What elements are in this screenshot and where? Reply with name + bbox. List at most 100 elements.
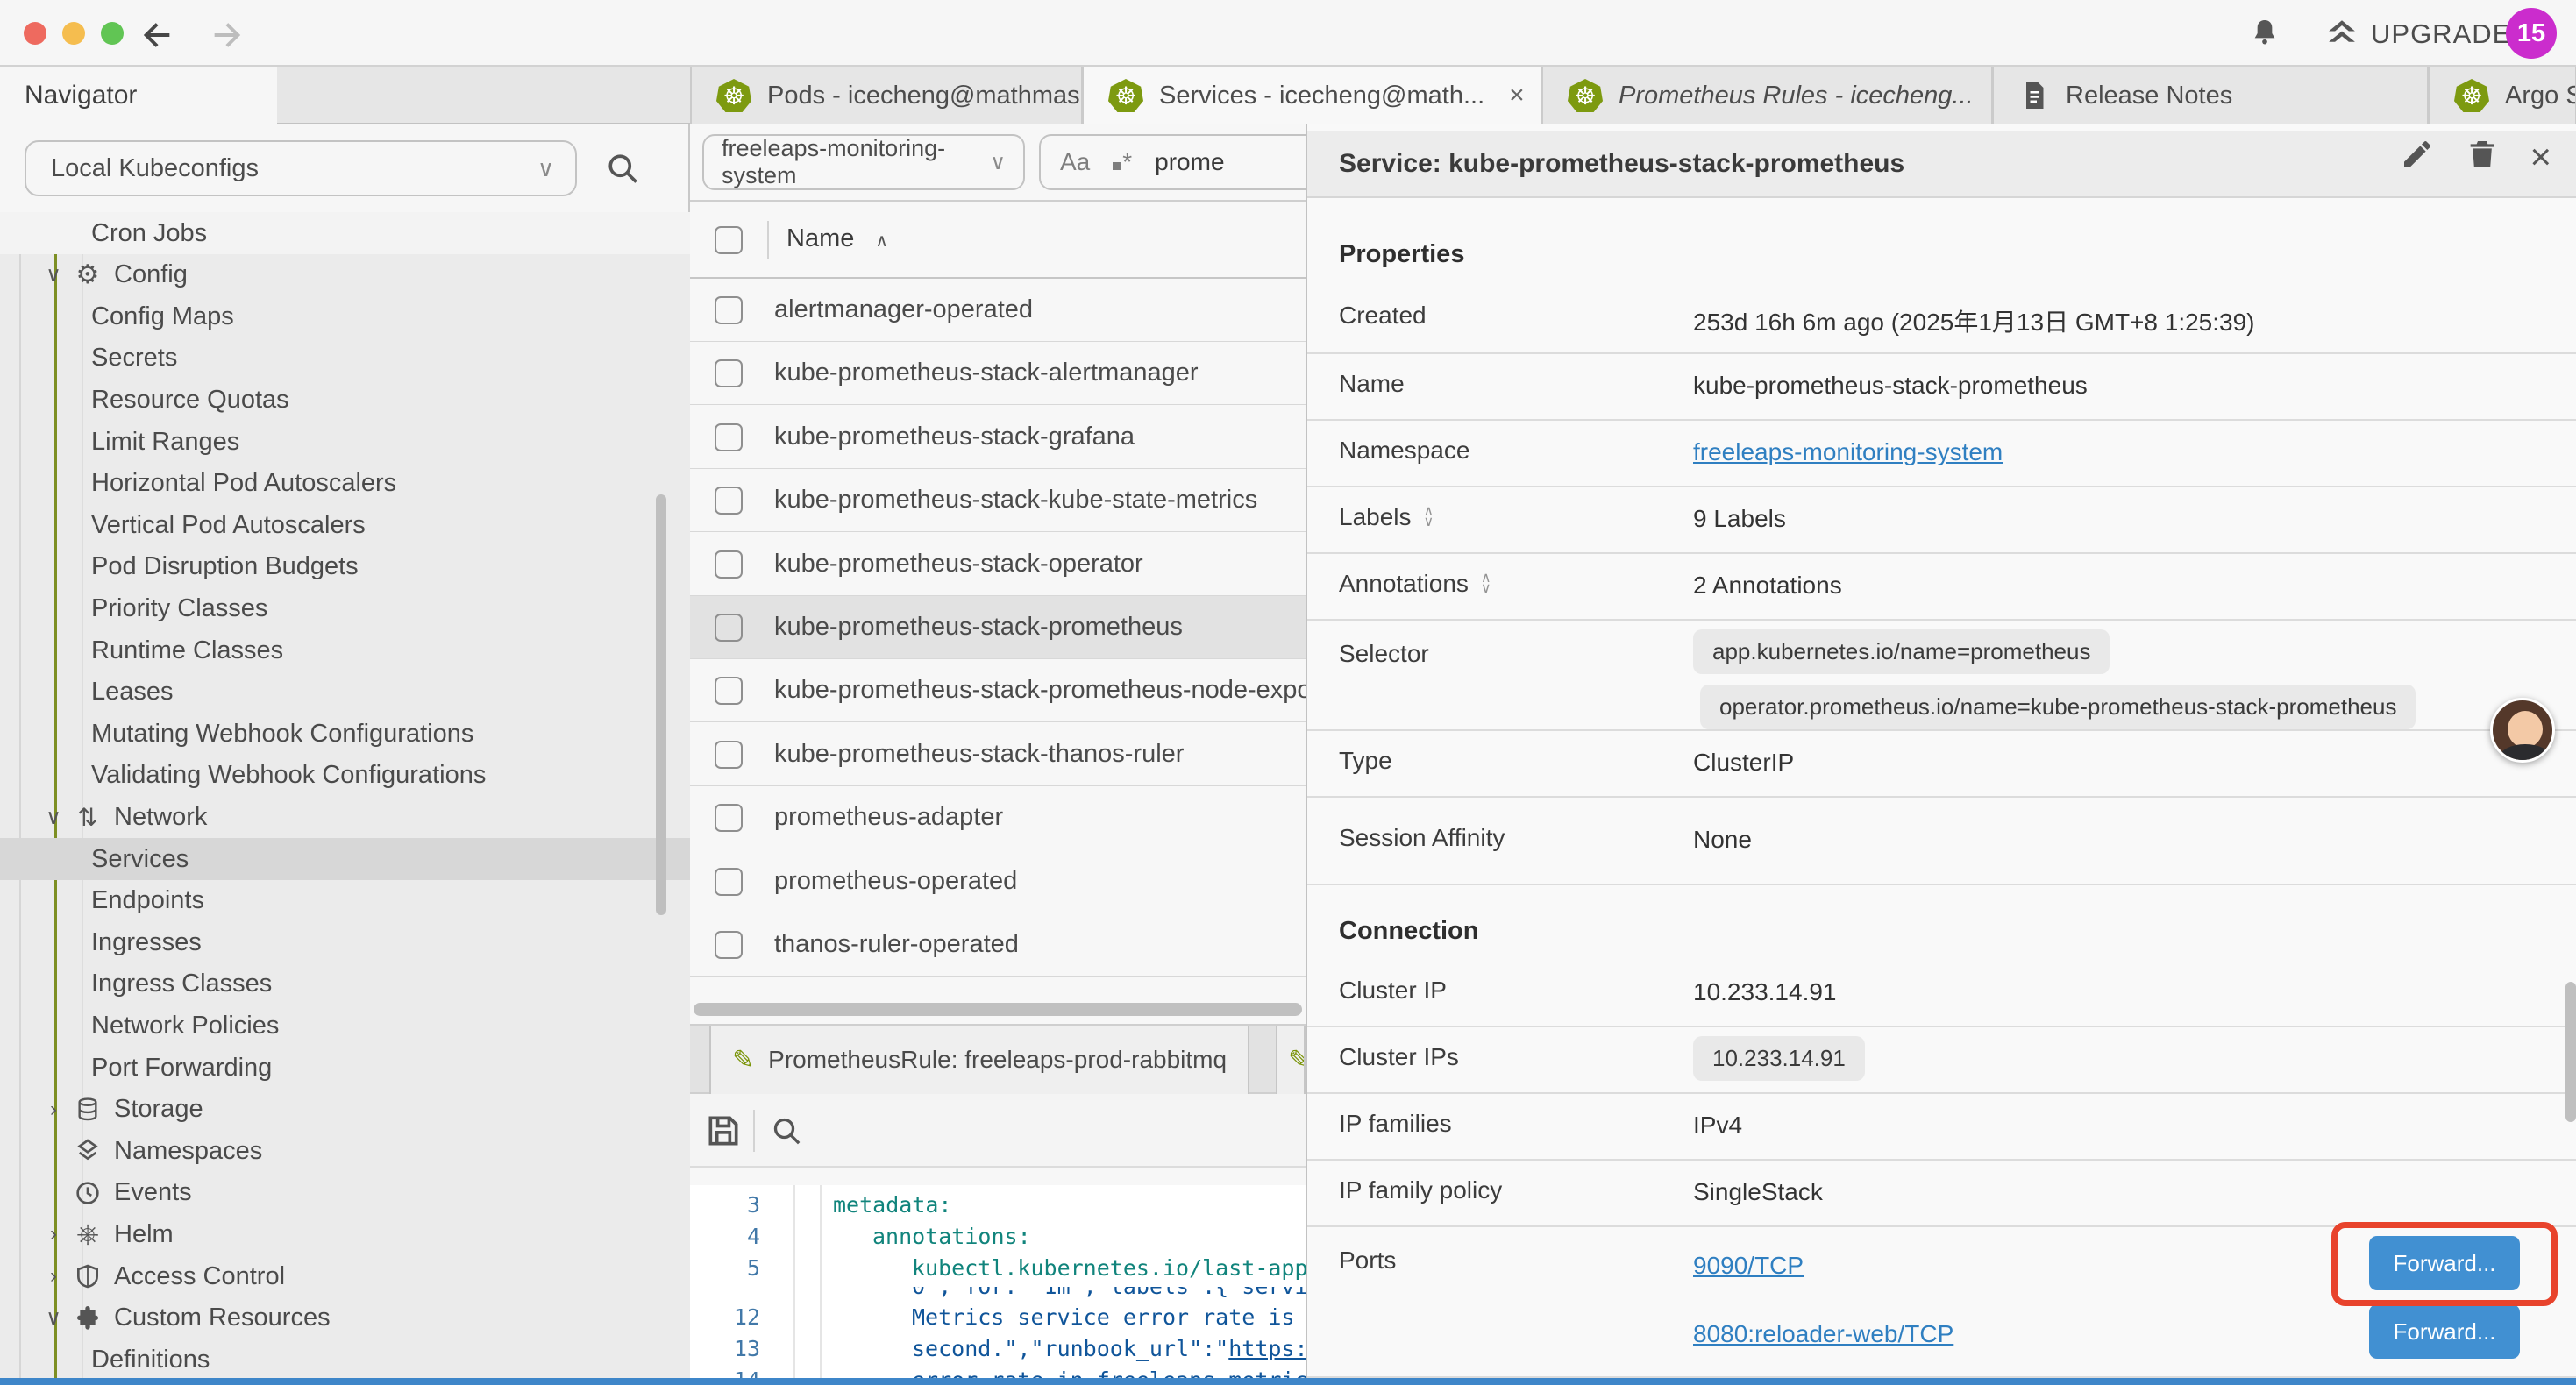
tab-label: Services - icecheng@math... bbox=[1159, 82, 1484, 110]
table-row-alertmanager-operated[interactable]: alertmanager-operated bbox=[690, 279, 1306, 342]
dock-tab-partial[interactable]: ✎ bbox=[1276, 1026, 1306, 1094]
sidebar-item-config-maps[interactable]: Config Maps bbox=[0, 295, 690, 337]
tab-pods-icecheng-mathmas[interactable]: ☸Pods - icecheng@mathmas... bbox=[690, 67, 1082, 124]
tab-release-notes[interactable]: Release Notes bbox=[1992, 67, 2428, 124]
row-checkbox[interactable] bbox=[715, 614, 743, 642]
sidebar-item-vertical-pod-autoscalers[interactable]: Vertical Pod Autoscalers bbox=[0, 504, 690, 546]
traffic-light-minimize[interactable] bbox=[62, 22, 85, 45]
yaml-editor[interactable]: 3metadata:4annotations:5kubectl.kubernet… bbox=[690, 1185, 1306, 1378]
sidebar-item-access-control[interactable]: ›Access Control bbox=[0, 1255, 690, 1297]
namespace-select[interactable]: freeleaps-monitoring-system ∨ bbox=[702, 134, 1025, 190]
table-row-kube-prometheus-stack-kube-state-metrics[interactable]: kube-prometheus-stack-kube-state-metrics bbox=[690, 469, 1306, 532]
upgrade-button[interactable]: UPGRADE bbox=[2323, 16, 2511, 53]
port-link-9090-TCP[interactable]: 9090/TCP bbox=[1693, 1252, 1804, 1280]
table-row-prometheus-operated[interactable]: prometheus-operated bbox=[690, 850, 1306, 913]
sidebar-item-limit-ranges[interactable]: Limit Ranges bbox=[0, 421, 690, 463]
sidebar-item-network[interactable]: ∨⇅Network bbox=[0, 796, 690, 838]
tree-chevron-icon[interactable]: › bbox=[40, 1264, 67, 1289]
sidebar-item-storage[interactable]: ›Storage bbox=[0, 1089, 690, 1131]
editor-line-number: 13 bbox=[690, 1336, 760, 1361]
tree-chevron-icon[interactable]: ∨ bbox=[40, 1305, 67, 1331]
sidebar-item-leases[interactable]: Leases bbox=[0, 671, 690, 714]
delete-icon[interactable] bbox=[2465, 137, 2500, 176]
row-checkbox[interactable] bbox=[715, 868, 743, 896]
match-case-toggle[interactable]: Aa bbox=[1060, 148, 1090, 176]
horizontal-scrollbar[interactable] bbox=[694, 1003, 1302, 1016]
table-row-thanos-ruler-operated[interactable]: thanos-ruler-operated bbox=[690, 913, 1306, 977]
sidebar-item-custom-resources[interactable]: ∨Custom Resources bbox=[0, 1297, 690, 1339]
table-search-input[interactable]: Aa * prome bbox=[1039, 134, 1306, 190]
kubeconfig-select[interactable]: Local Kubeconfigs ∨ bbox=[25, 140, 577, 196]
avatar[interactable] bbox=[2490, 698, 2555, 763]
tree-chevron-icon[interactable]: › bbox=[40, 1097, 67, 1122]
row-checkbox[interactable] bbox=[715, 423, 743, 451]
save-icon[interactable] bbox=[704, 1112, 743, 1154]
notification-count-badge[interactable]: 15 bbox=[2506, 8, 2557, 59]
sidebar-item-endpoints[interactable]: Endpoints bbox=[0, 880, 690, 922]
tree-chevron-icon[interactable]: ∨ bbox=[40, 262, 67, 288]
name-column-header[interactable]: Name ∧ bbox=[786, 224, 888, 253]
sidebar-item-secrets[interactable]: Secrets bbox=[0, 337, 690, 380]
sidebar-item-network-policies[interactable]: Network Policies bbox=[0, 1005, 690, 1047]
regex-toggle[interactable]: * bbox=[1113, 148, 1132, 176]
tab-prometheus-rules-icecheng[interactable]: ☸Prometheus Rules - icecheng... bbox=[1541, 67, 1992, 124]
sidebar-item-events[interactable]: Events bbox=[0, 1172, 690, 1214]
table-row-kube-prometheus-stack-alertmanager[interactable]: kube-prometheus-stack-alertmanager bbox=[690, 342, 1306, 405]
sidebar-item-label: Pod Disruption Budgets bbox=[91, 552, 359, 581]
close-icon[interactable]: × bbox=[2530, 139, 2551, 174]
row-checkbox[interactable] bbox=[715, 677, 743, 705]
table-row-kube-prometheus-stack-operator[interactable]: kube-prometheus-stack-operator bbox=[690, 533, 1306, 596]
sidebar-item-definitions[interactable]: Definitions bbox=[0, 1339, 690, 1378]
tab-argo-se[interactable]: ☸Argo Se bbox=[2428, 67, 2576, 124]
forward-button[interactable]: Forward... bbox=[2369, 1304, 2520, 1359]
sidebar-item-runtime-classes[interactable]: Runtime Classes bbox=[0, 629, 690, 671]
row-checkbox[interactable] bbox=[715, 931, 743, 959]
sidebar-item-ingresses[interactable]: Ingresses bbox=[0, 921, 690, 963]
sidebar-item-namespaces[interactable]: Namespaces bbox=[0, 1130, 690, 1172]
sidebar-scrollbar[interactable] bbox=[656, 494, 666, 915]
forward-arrow-icon[interactable] bbox=[209, 18, 244, 53]
sidebar-item-pod-disruption-budgets[interactable]: Pod Disruption Budgets bbox=[0, 546, 690, 588]
row-checkbox[interactable] bbox=[715, 487, 743, 515]
navigator-panel-tab[interactable]: Navigator bbox=[0, 67, 277, 124]
bell-icon[interactable] bbox=[2247, 16, 2282, 51]
tab-close-icon[interactable]: × bbox=[1509, 81, 1525, 110]
table-row-kube-prometheus-stack-thanos-ruler[interactable]: kube-prometheus-stack-thanos-ruler bbox=[690, 723, 1306, 786]
expander-icon[interactable]: ∧∨ bbox=[1481, 573, 1491, 594]
table-row-prometheus-adapter[interactable]: prometheus-adapter bbox=[690, 786, 1306, 849]
sidebar-item-ingress-classes[interactable]: Ingress Classes bbox=[0, 963, 690, 1005]
row-checkbox[interactable] bbox=[715, 359, 743, 387]
port-link-8080-reloader-web-TCP[interactable]: 8080:reloader-web/TCP bbox=[1693, 1320, 1953, 1348]
tree-chevron-icon[interactable]: › bbox=[40, 1222, 67, 1246]
row-checkbox[interactable] bbox=[715, 550, 743, 579]
sidebar-item-validating-webhook-configurations[interactable]: Validating Webhook Configurations bbox=[0, 755, 690, 797]
sidebar-item-resource-quotas[interactable]: Resource Quotas bbox=[0, 379, 690, 421]
editor-search-icon[interactable] bbox=[769, 1113, 804, 1153]
row-checkbox[interactable] bbox=[715, 741, 743, 769]
table-row-kube-prometheus-stack-prometheus-node-expor[interactable]: kube-prometheus-stack-prometheus-node-ex… bbox=[690, 659, 1306, 722]
expander-icon[interactable]: ∧∨ bbox=[1424, 507, 1434, 528]
sidebar-item-cron-jobs[interactable]: Cron Jobs bbox=[0, 212, 690, 254]
detail-value-namespace[interactable]: freeleaps-monitoring-system bbox=[1693, 438, 2003, 466]
back-arrow-icon[interactable] bbox=[140, 18, 175, 53]
traffic-light-close[interactable] bbox=[24, 22, 46, 45]
sidebar-search-icon[interactable] bbox=[603, 149, 642, 188]
sidebar-item-mutating-webhook-configurations[interactable]: Mutating Webhook Configurations bbox=[0, 713, 690, 755]
table-row-kube-prometheus-stack-prometheus[interactable]: kube-prometheus-stack-prometheus bbox=[690, 596, 1306, 659]
table-row-kube-prometheus-stack-grafana[interactable]: kube-prometheus-stack-grafana bbox=[690, 406, 1306, 469]
select-all-checkbox[interactable] bbox=[715, 226, 743, 254]
tree-chevron-icon[interactable]: ∨ bbox=[40, 805, 67, 830]
traffic-light-maximize[interactable] bbox=[101, 22, 124, 45]
tab-services-icecheng-math[interactable]: ☸Services - icecheng@math...× bbox=[1082, 67, 1541, 124]
sidebar-item-priority-classes[interactable]: Priority Classes bbox=[0, 587, 690, 629]
sidebar-item-config[interactable]: ∨⚙Config bbox=[0, 254, 690, 296]
sidebar-item-services[interactable]: Services bbox=[0, 838, 690, 880]
sidebar-item-horizontal-pod-autoscalers[interactable]: Horizontal Pod Autoscalers bbox=[0, 463, 690, 505]
sidebar-item-port-forwarding[interactable]: Port Forwarding bbox=[0, 1047, 690, 1089]
sidebar-item-helm[interactable]: ›⎈Helm bbox=[0, 1213, 690, 1255]
detail-scrollbar[interactable] bbox=[2565, 982, 2576, 1122]
edit-icon[interactable] bbox=[2400, 137, 2435, 176]
dock-tab-prometheusrule[interactable]: ✎ PrometheusRule: freeleaps-prod-rabbitm… bbox=[709, 1026, 1249, 1094]
row-checkbox[interactable] bbox=[715, 804, 743, 832]
row-checkbox[interactable] bbox=[715, 296, 743, 324]
